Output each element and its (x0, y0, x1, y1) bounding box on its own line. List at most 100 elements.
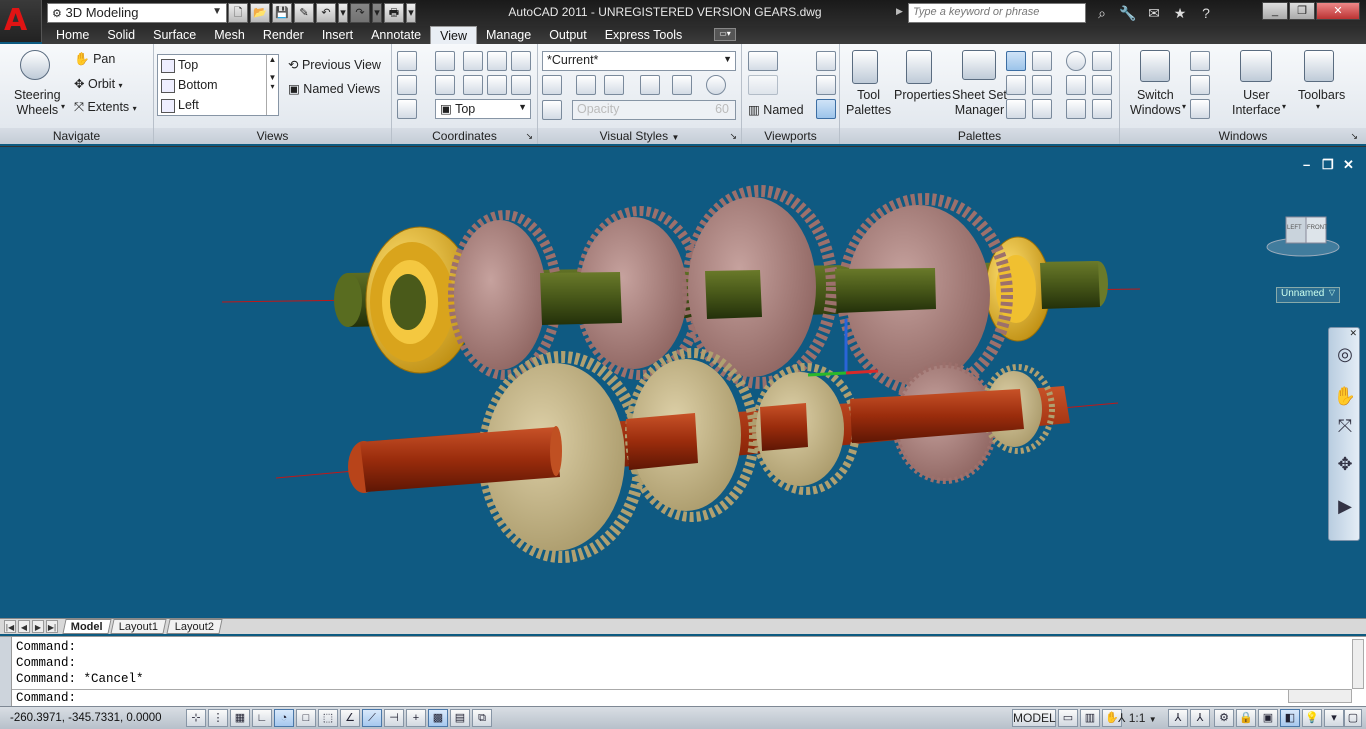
views-list[interactable]: Top Bottom Left ▲ ▼ ▾ (157, 54, 279, 116)
tab-annotate[interactable]: Annotate (362, 26, 430, 44)
dbconnect-icon[interactable] (1006, 99, 1026, 119)
switch-windows-dropdown[interactable]: ▾ (1182, 102, 1186, 111)
orbit-nav-icon[interactable]: ✥ (1333, 454, 1357, 478)
properties-button[interactable]: Properties (894, 88, 951, 102)
viewport-minimize-button[interactable]: – (1303, 157, 1310, 172)
toolbars-button[interactable]: Toolbars (1298, 88, 1345, 102)
save-as-button[interactable]: ✎ (294, 3, 314, 23)
navbar-close-icon[interactable]: ✕ (1349, 328, 1357, 339)
redo-dropdown[interactable]: ▾ (372, 3, 382, 23)
markup-set-icon[interactable] (1006, 75, 1026, 95)
ucs-face-icon[interactable] (511, 75, 531, 95)
command-history-scrollbar[interactable] (1352, 639, 1364, 689)
dynamic-input-icon[interactable]: ⊣ (384, 709, 404, 727)
named-views-button[interactable]: ▣ Named Views (288, 81, 380, 96)
command-input[interactable]: Command: (16, 691, 76, 705)
tab-manage[interactable]: Manage (477, 26, 540, 44)
viewport-config-icon[interactable] (748, 51, 778, 71)
close-button[interactable]: ✕ (1316, 2, 1360, 20)
view-item-bottom[interactable]: Bottom (158, 75, 278, 95)
sheet-set-manager-button[interactable]: Sheet Set Manager (952, 88, 1007, 118)
tool-palettes-icon[interactable] (852, 50, 878, 84)
object-snap-icon[interactable]: □ (296, 709, 316, 727)
plot-button[interactable]: 🖶 (384, 3, 404, 23)
tab-output[interactable]: Output (540, 26, 596, 44)
favorites-star-icon[interactable]: ★ (1170, 3, 1190, 23)
tile-vertical-icon[interactable] (1190, 75, 1210, 95)
clean-screen-icon[interactable]: ▢ (1344, 709, 1362, 727)
panel-launcher-icon[interactable]: ↘ (525, 128, 533, 144)
qat-dropdown[interactable]: ▾ (406, 3, 416, 23)
prev-layout-button[interactable]: ◀ (18, 620, 30, 633)
external-references-icon[interactable] (1032, 99, 1052, 119)
ucs-origin-icon[interactable] (397, 75, 417, 95)
quick-view-layouts-icon[interactable]: ▭ (1058, 709, 1078, 727)
ucs-z-icon[interactable] (511, 51, 531, 71)
communication-center-icon[interactable]: ✉ (1144, 3, 1164, 23)
binoculars-icon[interactable]: ⌕ (1092, 3, 1112, 23)
ribbon-minimize-button[interactable]: ▭▾ (714, 28, 736, 41)
application-menu-button[interactable]: A (0, 0, 42, 42)
toolbars-dropdown[interactable]: ▾ (1316, 102, 1320, 111)
search-expand-icon[interactable]: ▶ (896, 6, 903, 17)
selection-cycling-icon[interactable]: ⧉ (472, 709, 492, 727)
object-snap-tracking-icon[interactable]: ∠ (340, 709, 360, 727)
visual-style-combo[interactable]: *Current* ▼ (542, 51, 736, 71)
extents-button[interactable]: ⤧ Extents ▾ (74, 100, 137, 115)
render-palette-icon[interactable] (1066, 51, 1086, 71)
design-center-icon[interactable] (1032, 51, 1052, 71)
lock-ui-icon[interactable]: 🔒 (1236, 709, 1256, 727)
lineweight-icon[interactable]: + (406, 709, 426, 727)
new-viewport-icon[interactable] (816, 51, 836, 71)
ortho-mode-icon[interactable]: ∟ (252, 709, 272, 727)
panel-launcher-icon[interactable]: ↘ (729, 128, 737, 144)
edge-effects-icon[interactable] (542, 75, 562, 95)
ucs-y-icon[interactable] (487, 51, 507, 71)
polar-tracking-icon[interactable]: ◔ (274, 709, 294, 727)
ucs-named-combo[interactable]: ▣ Top ▼ (435, 99, 531, 119)
pan-nav-icon[interactable]: ✋ (1333, 386, 1357, 410)
snap-mode-icon[interactable]: ⋮ (208, 709, 228, 727)
drawing-viewport[interactable]: – ❐ ✕ LEFT FRONT Unnamed ▽ ✕ ◎ ✋ ⤧ ✥ ▶ (0, 146, 1366, 618)
auto-scale-icon[interactable]: ⅄ (1190, 709, 1210, 727)
annotation-visibility-icon[interactable]: ⅄ (1168, 709, 1188, 727)
materials-browser-icon[interactable] (1066, 75, 1086, 95)
viewport-join-icon[interactable] (748, 75, 778, 95)
ucs-3point-icon[interactable] (463, 75, 483, 95)
ucs-view-icon[interactable] (397, 99, 417, 119)
command-line-toggle-icon[interactable] (1006, 51, 1026, 71)
chevron-down-icon[interactable]: ▼ (671, 133, 679, 142)
user-interface-button[interactable]: User Interface (1232, 88, 1281, 118)
last-layout-button[interactable]: ▶| (46, 620, 58, 633)
shadows-icon[interactable] (640, 75, 660, 95)
quick-view-drawings-icon[interactable]: ▥ (1080, 709, 1100, 727)
tab-layout2[interactable]: Layout2 (166, 619, 223, 634)
workspace-selector[interactable]: ⚙ 3D Modeling ▼ (47, 3, 227, 23)
viewcube-left-face[interactable]: LEFT (1287, 225, 1302, 231)
views-list-scrollbar[interactable]: ▲ ▼ ▾ (266, 55, 278, 115)
help-icon[interactable]: ? (1196, 3, 1216, 23)
steering-wheels-dropdown[interactable]: ▾ (61, 102, 65, 111)
steering-wheel-icon[interactable] (20, 50, 50, 80)
sun-properties-icon[interactable] (1092, 99, 1112, 119)
ucs-object-icon[interactable] (487, 75, 507, 95)
clip-viewport-icon[interactable] (816, 75, 836, 95)
tab-layout1[interactable]: Layout1 (110, 619, 167, 634)
visual-styles-manager-icon[interactable] (1092, 75, 1112, 95)
viewport-close-button[interactable]: ✕ (1343, 157, 1354, 173)
redo-button[interactable]: ↷ (350, 3, 370, 23)
infer-constraints-icon[interactable]: ⊹ (186, 709, 206, 727)
viewport-layout-icon[interactable] (816, 99, 836, 119)
user-interface-icon[interactable] (1240, 50, 1272, 82)
materials-icon[interactable] (706, 75, 726, 95)
tab-insert[interactable]: Insert (313, 26, 362, 44)
viewport-restore-button[interactable]: ❐ (1322, 157, 1334, 173)
ucs-menu-dropdown[interactable]: Unnamed ▽ (1276, 287, 1340, 303)
transparency-icon[interactable]: ▩ (428, 709, 448, 727)
switch-windows-icon[interactable] (1140, 50, 1170, 82)
tab-solid[interactable]: Solid (98, 26, 144, 44)
previous-view-button[interactable]: ⟲ Previous View (288, 57, 381, 72)
next-layout-button[interactable]: ▶ (32, 620, 44, 633)
quick-properties-icon[interactable]: ▤ (450, 709, 470, 727)
command-horizontal-scrollbar[interactable] (1288, 689, 1352, 703)
